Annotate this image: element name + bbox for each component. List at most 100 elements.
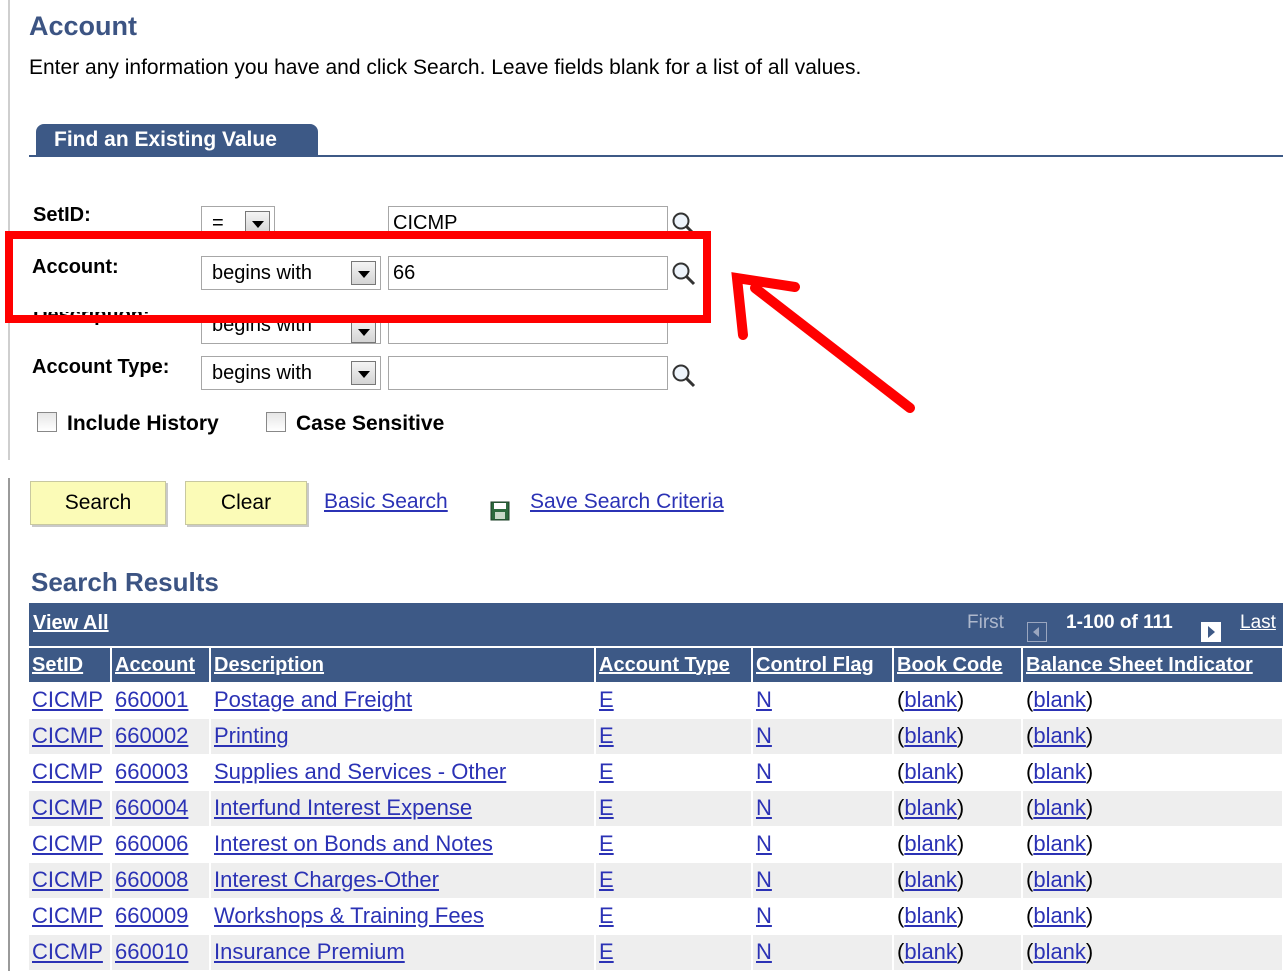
- balance-sheet-indicator-link[interactable]: blank: [1033, 903, 1086, 928]
- floppy-disk-icon[interactable]: [489, 500, 511, 522]
- description-operator-select[interactable]: begins with: [201, 322, 381, 344]
- table-row: CICMP 660008 Interest Charges-Other E N …: [29, 862, 1283, 899]
- view-all-link[interactable]: View All: [33, 612, 109, 635]
- description-input[interactable]: [388, 322, 668, 344]
- setid-link[interactable]: CICMP: [32, 723, 103, 748]
- account-type-cell: E: [595, 718, 753, 755]
- magnifier-icon[interactable]: [670, 362, 698, 390]
- account-link[interactable]: 660010: [115, 939, 188, 964]
- setid-link[interactable]: CICMP: [32, 903, 103, 928]
- setid-operator-select[interactable]: =: [201, 206, 275, 232]
- control-flag-link[interactable]: N: [756, 831, 772, 856]
- description-link[interactable]: Interfund Interest Expense: [214, 795, 472, 820]
- search-results-title: Search Results: [31, 567, 219, 597]
- book-code-link[interactable]: blank: [904, 831, 957, 856]
- book-code-link[interactable]: blank: [904, 687, 957, 712]
- account-type-operator-select[interactable]: begins with: [201, 356, 381, 390]
- results-table: SetID Account Description Account Type C…: [29, 648, 1283, 971]
- account-link[interactable]: 660001: [115, 687, 188, 712]
- control-flag-cell: N: [752, 898, 894, 935]
- account-link[interactable]: 660003: [115, 759, 188, 784]
- description-link[interactable]: Printing: [214, 723, 289, 748]
- account-link[interactable]: 660006: [115, 831, 188, 856]
- control-flag-link[interactable]: N: [756, 939, 772, 964]
- column-header-book-code[interactable]: Book Code: [893, 648, 1023, 682]
- account-type-input[interactable]: [388, 356, 668, 390]
- control-flag-link[interactable]: N: [756, 795, 772, 820]
- clear-button[interactable]: Clear: [185, 481, 307, 525]
- tab-find-existing-value[interactable]: Find an Existing Value: [36, 124, 318, 157]
- book-code-link[interactable]: blank: [904, 867, 957, 892]
- book-code-link[interactable]: blank: [904, 903, 957, 928]
- column-header-account-type[interactable]: Account Type: [595, 648, 753, 682]
- balance-sheet-indicator-cell: (blank): [1022, 790, 1283, 827]
- account-type-link[interactable]: E: [599, 795, 614, 820]
- balance-sheet-indicator-link[interactable]: blank: [1033, 759, 1086, 784]
- description-link[interactable]: Workshops & Training Fees: [214, 903, 484, 928]
- last-link[interactable]: Last: [1240, 612, 1276, 634]
- previous-page-icon: [1027, 622, 1047, 642]
- account-type-cell: E: [595, 754, 753, 791]
- magnifier-icon[interactable]: [670, 260, 698, 288]
- setid-link[interactable]: CICMP: [32, 759, 103, 784]
- balance-sheet-indicator-link[interactable]: blank: [1033, 687, 1086, 712]
- book-code-link[interactable]: blank: [904, 939, 957, 964]
- setid-link[interactable]: CICMP: [32, 687, 103, 712]
- account-link[interactable]: 660009: [115, 903, 188, 928]
- setid-input[interactable]: CICMP: [388, 206, 668, 232]
- control-flag-link[interactable]: N: [756, 723, 772, 748]
- column-header-description[interactable]: Description: [210, 648, 596, 682]
- balance-sheet-indicator-link[interactable]: blank: [1033, 723, 1086, 748]
- column-header-balance-sheet-indicator[interactable]: Balance Sheet Indicator: [1022, 648, 1283, 682]
- red-arrow-annotation: [731, 272, 915, 413]
- include-history-label: Include History: [67, 412, 219, 435]
- account-type-link[interactable]: E: [599, 831, 614, 856]
- balance-sheet-indicator-link[interactable]: blank: [1033, 795, 1086, 820]
- description-link[interactable]: Interest on Bonds and Notes: [214, 831, 493, 856]
- account-type-link[interactable]: E: [599, 759, 614, 784]
- instructions-text: Enter any information you have and click…: [29, 56, 862, 79]
- column-header-account[interactable]: Account: [111, 648, 211, 682]
- setid-cell: CICMP: [29, 898, 112, 935]
- account-type-link[interactable]: E: [599, 687, 614, 712]
- control-flag-cell: N: [752, 790, 894, 827]
- control-flag-link[interactable]: N: [756, 903, 772, 928]
- basic-search-link[interactable]: Basic Search: [324, 490, 448, 514]
- balance-sheet-indicator-link[interactable]: blank: [1033, 831, 1086, 856]
- account-link[interactable]: 660002: [115, 723, 188, 748]
- account-type-link[interactable]: E: [599, 867, 614, 892]
- control-flag-cell: N: [752, 718, 894, 755]
- account-link[interactable]: 660004: [115, 795, 188, 820]
- description-link[interactable]: Postage and Freight: [214, 687, 412, 712]
- setid-link[interactable]: CICMP: [32, 795, 103, 820]
- description-link[interactable]: Interest Charges-Other: [214, 867, 439, 892]
- account-operator-select[interactable]: begins with: [201, 256, 381, 290]
- setid-link[interactable]: CICMP: [32, 867, 103, 892]
- account-link[interactable]: 660008: [115, 867, 188, 892]
- book-code-link[interactable]: blank: [904, 759, 957, 784]
- description-link[interactable]: Supplies and Services - Other: [214, 759, 506, 784]
- include-history-checkbox[interactable]: [37, 412, 57, 432]
- search-button[interactable]: Search: [30, 481, 166, 525]
- balance-sheet-indicator-link[interactable]: blank: [1033, 939, 1086, 964]
- account-type-link[interactable]: E: [599, 903, 614, 928]
- setid-link[interactable]: CICMP: [32, 831, 103, 856]
- control-flag-cell: N: [752, 826, 894, 863]
- column-header-control-flag[interactable]: Control Flag: [752, 648, 894, 682]
- account-input[interactable]: 66: [388, 256, 668, 290]
- save-search-criteria-link[interactable]: Save Search Criteria: [530, 490, 724, 514]
- account-type-link[interactable]: E: [599, 939, 614, 964]
- book-code-link[interactable]: blank: [904, 795, 957, 820]
- account-type-link[interactable]: E: [599, 723, 614, 748]
- case-sensitive-checkbox[interactable]: [266, 412, 286, 432]
- description-link[interactable]: Insurance Premium: [214, 939, 405, 964]
- balance-sheet-indicator-link[interactable]: blank: [1033, 867, 1086, 892]
- control-flag-link[interactable]: N: [756, 759, 772, 784]
- setid-link[interactable]: CICMP: [32, 939, 103, 964]
- magnifier-icon[interactable]: [670, 210, 698, 238]
- column-header-setid[interactable]: SetID: [29, 648, 112, 682]
- book-code-link[interactable]: blank: [904, 723, 957, 748]
- control-flag-link[interactable]: N: [756, 867, 772, 892]
- next-page-icon[interactable]: [1201, 622, 1221, 642]
- control-flag-link[interactable]: N: [756, 687, 772, 712]
